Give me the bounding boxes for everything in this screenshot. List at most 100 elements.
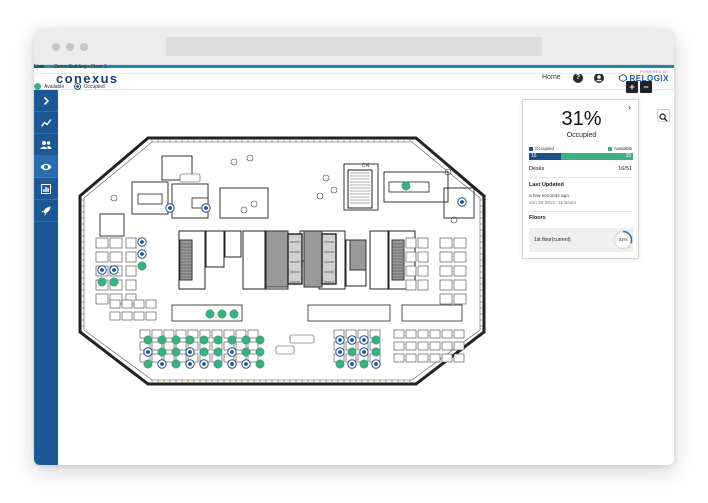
desks-label: Desks	[529, 166, 545, 172]
desk-occupied-center	[338, 350, 342, 354]
desk	[95, 293, 109, 305]
desk	[393, 329, 405, 339]
last-updated-heading: Last Updated	[529, 182, 564, 188]
address-bar[interactable]	[166, 37, 542, 56]
desk-available	[255, 335, 265, 345]
desk-occupied-center	[338, 338, 342, 342]
desk-occupied-center	[188, 362, 192, 366]
desk	[439, 265, 453, 277]
desk-available	[213, 359, 223, 369]
desk-occupied-center	[350, 362, 354, 366]
north-label: CN	[362, 163, 370, 169]
desk-available	[213, 347, 223, 357]
core-room	[242, 230, 266, 290]
sofa	[179, 173, 201, 183]
desk	[439, 251, 453, 263]
desk	[429, 329, 441, 339]
desk	[247, 329, 259, 339]
desk	[453, 329, 465, 339]
desk-available	[217, 309, 227, 319]
breadcrumb-current: Demo Building - Floor 1	[54, 64, 107, 70]
desk	[417, 279, 429, 291]
breadcrumb-live[interactable]: Live	[34, 64, 44, 70]
last-updated-time: Jan 20 2022, 11:52am	[529, 201, 577, 206]
user-circle-icon[interactable]	[594, 73, 604, 83]
elevator-shaft	[303, 230, 323, 288]
floor-name: 1st floor(current)	[534, 237, 571, 243]
desk-available	[205, 309, 215, 319]
elevator-shaft	[349, 239, 367, 271]
desk	[247, 353, 259, 363]
desk	[405, 251, 417, 263]
desk	[405, 329, 417, 339]
breadcrumb-divider	[24, 73, 640, 74]
desk-available	[157, 347, 167, 357]
desk	[405, 279, 417, 291]
desk-occupied-center	[362, 350, 366, 354]
sofa	[289, 334, 315, 344]
desk	[393, 341, 405, 351]
desk	[95, 237, 109, 249]
desk	[441, 329, 453, 339]
desk-occupied-center	[146, 350, 150, 354]
desk-available	[97, 277, 107, 287]
desk-available	[213, 335, 223, 345]
desk	[453, 279, 467, 291]
occupied-square-icon	[529, 146, 533, 151]
home-link[interactable]: Home	[542, 74, 561, 81]
desk	[453, 237, 467, 249]
desk-available	[109, 277, 119, 287]
desk-available	[137, 261, 147, 271]
legend-occupied: Occupied	[73, 83, 105, 90]
breadcrumb: Live / Demo Building - Floor 1	[34, 64, 107, 70]
desk-occupied-center	[140, 252, 144, 256]
desk	[247, 341, 259, 351]
desk	[453, 341, 465, 351]
browser-chrome	[34, 29, 674, 65]
desk	[145, 311, 157, 321]
legend-occupied-label: Occupied	[83, 83, 105, 90]
panel-divider	[529, 211, 633, 212]
floor-plan[interactable]: CN	[44, 100, 512, 390]
map-search-button[interactable]	[657, 109, 670, 122]
desk-available	[401, 181, 411, 191]
desk	[405, 265, 417, 277]
desk	[429, 353, 441, 363]
zoom-out-button[interactable]: −	[640, 81, 652, 93]
conference-table	[137, 193, 163, 205]
desk	[121, 299, 133, 309]
desk-occupied-center	[100, 268, 104, 272]
desk	[441, 341, 453, 351]
desk-occupied-center	[202, 362, 206, 366]
desk	[453, 251, 467, 263]
desk-occupied-center	[168, 206, 172, 210]
bar-legend-available: Available	[607, 146, 632, 151]
desk	[109, 237, 123, 249]
desk-available	[171, 347, 181, 357]
desk	[393, 353, 405, 363]
desk-occupied-center	[160, 362, 164, 366]
occupancy-panel: › 31% Occupied Occupied Available 16 35 …	[522, 99, 639, 259]
zoom-in-button[interactable]: +	[626, 81, 638, 93]
desk-occupied-center	[112, 268, 116, 272]
floor-list-item[interactable]: 1st floor(current) 31%	[529, 228, 633, 252]
window-dot-icon	[66, 43, 74, 51]
desk-available	[227, 335, 237, 345]
desk	[405, 237, 417, 249]
desk	[439, 293, 453, 305]
desk	[163, 329, 175, 339]
desk-available	[255, 347, 265, 357]
desk	[417, 341, 429, 351]
desk-occupied-center	[188, 350, 192, 354]
desk	[95, 251, 109, 263]
desk-occupied-center	[204, 206, 208, 210]
desk	[429, 341, 441, 351]
desk	[109, 311, 121, 321]
desk	[405, 353, 417, 363]
search-icon	[659, 113, 668, 122]
map-legend: Available Occupied	[34, 83, 113, 90]
occupancy-status: Occupied	[566, 132, 597, 139]
desk	[439, 279, 453, 291]
desk-occupied-center	[230, 350, 234, 354]
question-circle-icon[interactable]: ?	[573, 73, 583, 83]
